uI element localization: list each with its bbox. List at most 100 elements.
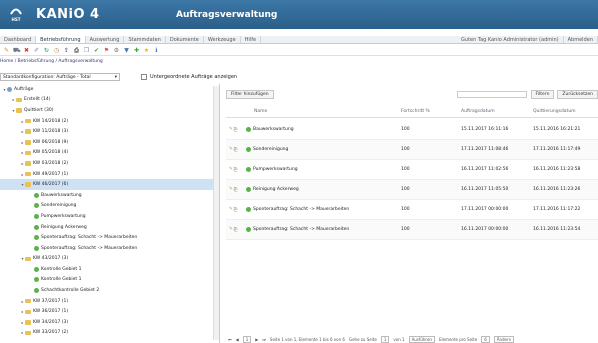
- menu-item[interactable]: Betriebsführung: [36, 36, 86, 43]
- view-icon[interactable]: ⎘: [234, 187, 238, 193]
- prev-page-icon[interactable]: ◀: [236, 337, 239, 342]
- tree-node[interactable]: ▾ Aufträge: [0, 84, 219, 95]
- table-row[interactable]: ✎ ⎘ Reinigung Ackerweg 100 16.11.2017 11:…: [226, 180, 598, 200]
- star-icon[interactable]: ★: [143, 47, 150, 54]
- tree-node[interactable]: ▸ KW 34/2017 (3): [0, 317, 219, 328]
- status-ball-icon: [246, 147, 251, 152]
- tree-scrollbar[interactable]: [213, 86, 219, 340]
- edit-icon[interactable]: ✎: [229, 227, 233, 233]
- tree-node[interactable]: Kontrolle Gebiet 1: [0, 275, 219, 286]
- main-menu: Dashboard Betriebsführung Auswertung Stammd…: [0, 36, 598, 44]
- tree-node-label: Pumpwerkswartung: [41, 213, 86, 219]
- edit-icon[interactable]: ✎: [229, 207, 233, 213]
- folder-icon: [16, 97, 22, 103]
- menu-item[interactable]: Stammdaten: [124, 36, 166, 43]
- add-filter-button[interactable]: Filter hinzufügen: [226, 89, 274, 99]
- tree-node[interactable]: Bauwerkswartung: [0, 190, 219, 201]
- tree-node-label: KW 14/2018 (2): [33, 118, 69, 124]
- tree-node[interactable]: Sponterauftrag: Schacht -> Mauerarbeiten: [0, 232, 219, 243]
- cell-ack-date: 17.11.2016 11:17:49: [533, 147, 581, 152]
- edit-icon[interactable]: ✎: [229, 187, 233, 193]
- table-row[interactable]: ✎ ⎘ Pumpwerkswartung 100 16.11.2017 11:02…: [226, 160, 598, 180]
- tree-node[interactable]: ▸ KW 05/2018 (4): [0, 148, 219, 159]
- tree-node[interactable]: ▸ KW 06/2018 (9): [0, 137, 219, 148]
- change-button[interactable]: Ändern: [493, 335, 515, 343]
- gear-icon[interactable]: ⚙: [113, 47, 120, 54]
- tree-node-label: KW 37/2017 (1): [33, 298, 69, 304]
- export-icon[interactable]: ⇪: [63, 47, 70, 54]
- view-icon[interactable]: ⎘: [234, 167, 238, 173]
- tree-node[interactable]: ▸ KW 37/2017 (1): [0, 296, 219, 307]
- next-page-icon[interactable]: ▶: [255, 337, 258, 342]
- tree-node[interactable]: Sondereinigung: [0, 201, 219, 212]
- table-row[interactable]: ✎ ⎘ Sondereinigung 100 17.11.2017 11:08:4…: [226, 140, 598, 160]
- execute-button[interactable]: Ausführen: [408, 335, 435, 343]
- edit-icon[interactable]: ✎: [3, 47, 10, 54]
- add-icon[interactable]: ✚: [133, 47, 140, 54]
- tree-node[interactable]: ▸ KW 03/2018 (2): [0, 158, 219, 169]
- tree-node[interactable]: Reinigung Ackerweg: [0, 222, 219, 233]
- filter-icon[interactable]: ▼: [123, 47, 130, 54]
- logout-button[interactable]: Abmelden: [564, 36, 598, 43]
- status-ball-icon: [34, 235, 39, 241]
- view-icon[interactable]: ⎘: [234, 127, 238, 133]
- per-page-input[interactable]: 6: [481, 335, 490, 343]
- menu-item[interactable]: Hilfe: [241, 36, 262, 43]
- pager-info: Seite 1 von 1, Elemente 1 bis 6 von 6: [269, 336, 345, 342]
- view-icon[interactable]: ⎘: [234, 147, 238, 153]
- column-ack-date[interactable]: Quittierungsdatum: [533, 109, 598, 114]
- menu-item[interactable]: Dokumente: [166, 36, 204, 43]
- check-icon[interactable]: ✔: [93, 47, 100, 54]
- refresh-icon[interactable]: ↻: [43, 47, 50, 54]
- info-icon[interactable]: ℹ: [153, 47, 160, 54]
- tree-node[interactable]: Kontrolle Gebiet 1: [0, 264, 219, 275]
- edit-icon[interactable]: ✎: [229, 147, 233, 153]
- view-icon[interactable]: ⎘: [234, 207, 238, 213]
- tree-node[interactable]: ▸ KW 33/2017 (2): [0, 328, 219, 339]
- config-select[interactable]: Standardkonfiguration: Aufträge - Total ▾: [0, 73, 120, 81]
- last-page-icon[interactable]: ⏭: [262, 337, 266, 342]
- car-icon[interactable]: ⛟: [13, 47, 21, 54]
- tree-node[interactable]: ▸ KW 14/2018 (2): [0, 116, 219, 127]
- pencil-icon[interactable]: ✐: [33, 47, 40, 54]
- tree-node[interactable]: ▾ KW 43/2017 (3): [0, 254, 219, 265]
- status-ball-icon: [34, 245, 39, 251]
- toolbar: ✎ ⛟ ✖ ✐ ↻ ◷ ⇪ ⎙ ❐ ✔ ⚑ ⚙ ▼ ✚ ★ ℹ: [0, 45, 598, 56]
- first-page-icon[interactable]: ⏮: [228, 337, 232, 342]
- clock-icon[interactable]: ◷: [53, 47, 60, 54]
- table-row[interactable]: ✎ ⎘ Sponterauftrag: Schacht -> Mauerarbei…: [226, 200, 598, 220]
- flag-icon[interactable]: ⚑: [103, 47, 110, 54]
- tree-node[interactable]: ▸ KW 49/2017 (1): [0, 169, 219, 180]
- breadcrumb[interactable]: Home / Betriebsführung / Auftragsverwalt…: [0, 59, 103, 64]
- delete-icon[interactable]: ✖: [23, 47, 30, 54]
- search-input[interactable]: [456, 90, 527, 98]
- reset-button[interactable]: Zurücksetzen: [557, 89, 598, 99]
- tree-node[interactable]: Pumpwerkswartung: [0, 211, 219, 222]
- tree-node[interactable]: ▾ KW 46/2017 (6): [0, 179, 219, 190]
- tree-node[interactable]: ▸ KW 11/2018 (3): [0, 126, 219, 137]
- tree-node[interactable]: ▸ Erstellt (14): [0, 95, 219, 106]
- print-icon[interactable]: ⎙: [73, 47, 80, 54]
- menu-item[interactable]: Dashboard: [0, 36, 37, 43]
- column-name[interactable]: Name: [246, 109, 401, 114]
- tree-node[interactable]: Sponterauftrag: Schacht -> Mauerarbeiten: [0, 243, 219, 254]
- subtasks-checkbox[interactable]: [141, 74, 147, 80]
- menu-item[interactable]: Werkzeuge: [204, 36, 241, 43]
- cell-order-date: 16.11.2017 11:02:56: [461, 167, 509, 172]
- view-icon[interactable]: ⎘: [234, 227, 238, 233]
- cell-ack-date: 15.11.2016 16:21:21: [533, 127, 581, 132]
- copy-icon[interactable]: ❐: [83, 47, 90, 54]
- edit-icon[interactable]: ✎: [229, 127, 233, 133]
- tree-node[interactable]: ▾ Quittiert (30): [0, 105, 219, 116]
- edit-icon[interactable]: ✎: [229, 167, 233, 173]
- tree-node[interactable]: ▸ KW 36/2017 (1): [0, 306, 219, 317]
- goto-input[interactable]: 1: [380, 335, 390, 343]
- column-progress[interactable]: Fortschritt %: [401, 109, 461, 114]
- filter-button[interactable]: Filtern: [530, 89, 555, 99]
- column-order-date[interactable]: Auftragsdatum: [461, 109, 533, 114]
- tree-node[interactable]: Schachtkontrolle Gebiet 2: [0, 285, 219, 296]
- menu-item[interactable]: Auswertung: [86, 36, 125, 43]
- table-row[interactable]: ✎ ⎘ Sponterauftrag: Schacht -> Mauerarbei…: [226, 220, 598, 240]
- table-row[interactable]: ✎ ⎘ Bauwerkswartung 100 15.11.2017 16:11:…: [226, 120, 598, 140]
- globe-icon: [7, 86, 12, 92]
